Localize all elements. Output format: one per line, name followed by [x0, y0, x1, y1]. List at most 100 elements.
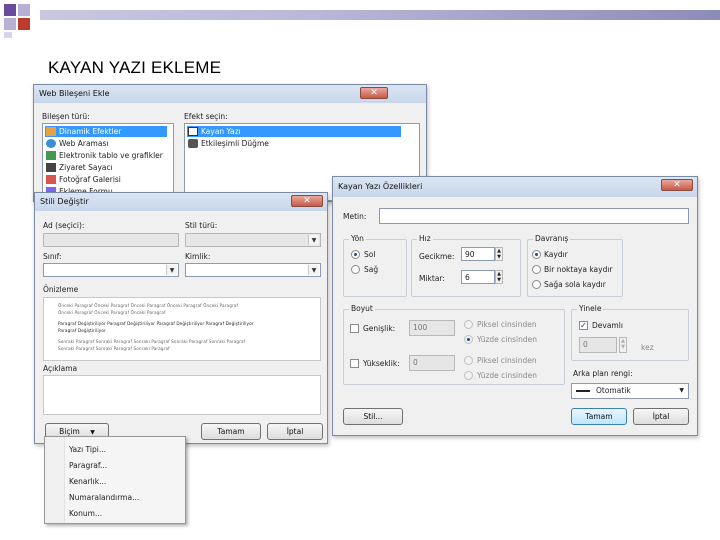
ok-button[interactable]: Tamam — [571, 408, 627, 425]
height-input[interactable]: 0 — [409, 355, 455, 371]
name-label: Ad (seçici): — [43, 221, 85, 230]
direction-right-radio[interactable] — [351, 265, 360, 274]
height-pixel-label: Piksel cinsinden — [477, 356, 537, 365]
cancel-button[interactable]: İptal — [633, 408, 689, 425]
text-label: Metin: — [343, 212, 367, 221]
close-icon: ✕ — [370, 88, 378, 98]
description-box — [43, 375, 321, 415]
width-percent-radio[interactable] — [464, 335, 473, 344]
chevron-down-icon: ▼ — [90, 429, 95, 436]
repeat-count-spinner[interactable]: ▲ ▼ — [619, 337, 627, 353]
list-item[interactable]: Ziyaret Sayacı — [45, 162, 117, 173]
slide-title: KAYAN YAZI EKLEME — [48, 58, 222, 77]
list-item[interactable]: Fotoğraf Galerisi — [45, 174, 125, 185]
height-pixel-radio[interactable] — [464, 356, 473, 365]
repeat-group: Yinele — [571, 304, 689, 361]
behavior-alternate-radio[interactable] — [532, 280, 541, 289]
delay-input[interactable]: 90 — [461, 247, 495, 261]
chevron-down-icon: ▼ — [308, 235, 319, 245]
id-label: Kimlik: — [185, 252, 211, 261]
preview-line: Önceki Paragraf Önceki Paragraf Önceki P… — [58, 303, 239, 308]
background-color-label: Arka plan rengi: — [573, 369, 633, 378]
background-color-select[interactable]: Otomatik ▼ — [571, 383, 689, 399]
list-item[interactable]: Elektronik tablo ve grafikler — [45, 150, 167, 161]
effects-icon — [46, 127, 56, 136]
behavior-slide-label: Bir noktaya kaydır — [544, 265, 613, 274]
behavior-scroll-radio[interactable] — [532, 250, 541, 259]
height-checkbox[interactable] — [350, 359, 359, 368]
class-select[interactable]: ▼ — [43, 263, 179, 277]
chevron-down-icon: ▼ — [679, 387, 684, 394]
menu-item-position[interactable]: Konum... — [69, 509, 102, 518]
behavior-slide-radio[interactable] — [532, 265, 541, 274]
component-type-list[interactable]: Dinamik Efektler Web Araması Elektronik … — [42, 123, 174, 201]
height-percent-label: Yüzde cinsinden — [477, 371, 538, 380]
marquee-icon — [188, 127, 198, 136]
behavior-scroll-label: Kaydır — [544, 250, 568, 259]
marquee-dialog-title: Kayan Yazı Özellikleri — [333, 177, 697, 197]
effect-label: Efekt seçin: — [184, 112, 228, 121]
style-button[interactable]: Stil... — [343, 408, 403, 425]
continuous-label: Devamlı — [592, 321, 623, 330]
direction-right-label: Sağ — [364, 265, 379, 274]
menu-item-numbering[interactable]: Numaralandırma... — [69, 493, 139, 502]
repeat-unit-label: kez — [641, 343, 654, 352]
amount-label: Miktar: — [419, 274, 445, 283]
list-item[interactable]: Dinamik Efektler — [45, 126, 167, 137]
menu-item-border[interactable]: Kenarlık... — [69, 477, 106, 486]
description-label: Açıklama — [43, 364, 78, 373]
close-button[interactable]: ✕ — [291, 195, 323, 207]
continuous-checkbox[interactable]: ✓ — [579, 321, 588, 330]
name-field[interactable] — [43, 233, 179, 247]
hover-button-icon — [188, 139, 198, 148]
width-pixel-radio[interactable] — [464, 320, 473, 329]
style-preview: Önceki Paragraf Önceki Paragraf Önceki P… — [43, 297, 321, 361]
close-button[interactable]: ✕ — [360, 87, 388, 99]
width-percent-label: Yüzde cinsinden — [477, 335, 538, 344]
chevron-down-icon: ▼ — [166, 265, 177, 275]
globe-icon — [46, 139, 56, 148]
style-type-label: Stil türü: — [185, 221, 218, 230]
amount-spinner[interactable]: ▲ ▼ — [495, 270, 503, 284]
height-percent-radio[interactable] — [464, 371, 473, 380]
close-icon: ✕ — [303, 196, 311, 206]
preview-label: Önizleme — [43, 285, 79, 294]
style-type-select[interactable]: ▼ — [185, 233, 321, 247]
delay-label: Gecikme: — [419, 252, 455, 261]
modify-style-dialog-title: Stili Değiştir — [35, 193, 327, 211]
close-button[interactable]: ✕ — [661, 179, 693, 191]
list-item[interactable]: Etkileşimli Düğme — [187, 138, 273, 149]
preview-line: Sonraki Paragraf Sonraki Paragraf Sonrak… — [58, 346, 170, 351]
id-select[interactable]: ▼ — [185, 263, 321, 277]
direction-left-radio[interactable] — [351, 250, 360, 259]
repeat-count-input[interactable]: 0 — [579, 337, 617, 353]
counter-icon — [46, 163, 56, 172]
cancel-button[interactable]: İptal — [267, 423, 323, 440]
preview-line: Paragraf Değiştiriliyor Paragraf Değişti… — [58, 321, 254, 326]
menu-item-paragraph[interactable]: Paragraf... — [69, 461, 107, 470]
height-label: Yükseklik: — [363, 359, 400, 368]
behavior-alternate-label: Sağa sola kaydır — [544, 280, 606, 289]
width-label: Genişlik: — [363, 324, 396, 333]
width-checkbox[interactable] — [350, 324, 359, 333]
ok-button[interactable]: Tamam — [201, 423, 261, 440]
close-icon: ✕ — [673, 180, 681, 190]
format-menu: Yazı Tipi... Paragraf... Kenarlık... Num… — [44, 436, 186, 524]
menu-item-font[interactable]: Yazı Tipi... — [69, 445, 106, 454]
spreadsheet-icon — [46, 151, 56, 160]
photo-icon — [46, 175, 56, 184]
marquee-properties-dialog: Kayan Yazı Özellikleri ✕ Metin: Yön Sol … — [332, 176, 698, 436]
amount-input[interactable]: 6 — [461, 270, 495, 284]
text-input[interactable] — [379, 208, 689, 224]
modify-style-dialog: Stili Değiştir ✕ Ad (seçici): Stil türü:… — [34, 192, 328, 444]
header-bar — [40, 10, 720, 20]
width-pixel-label: Piksel cinsinden — [477, 320, 537, 329]
component-type-label: Bileşen türü: — [42, 112, 90, 121]
direction-left-label: Sol — [364, 250, 376, 259]
width-input[interactable]: 100 — [409, 320, 455, 336]
corner-decoration — [0, 0, 40, 40]
delay-spinner[interactable]: ▲ ▼ — [495, 247, 503, 261]
list-item[interactable]: Web Araması — [45, 138, 112, 149]
list-item[interactable]: Kayan Yazı — [187, 126, 401, 137]
color-swatch-icon — [576, 390, 590, 392]
